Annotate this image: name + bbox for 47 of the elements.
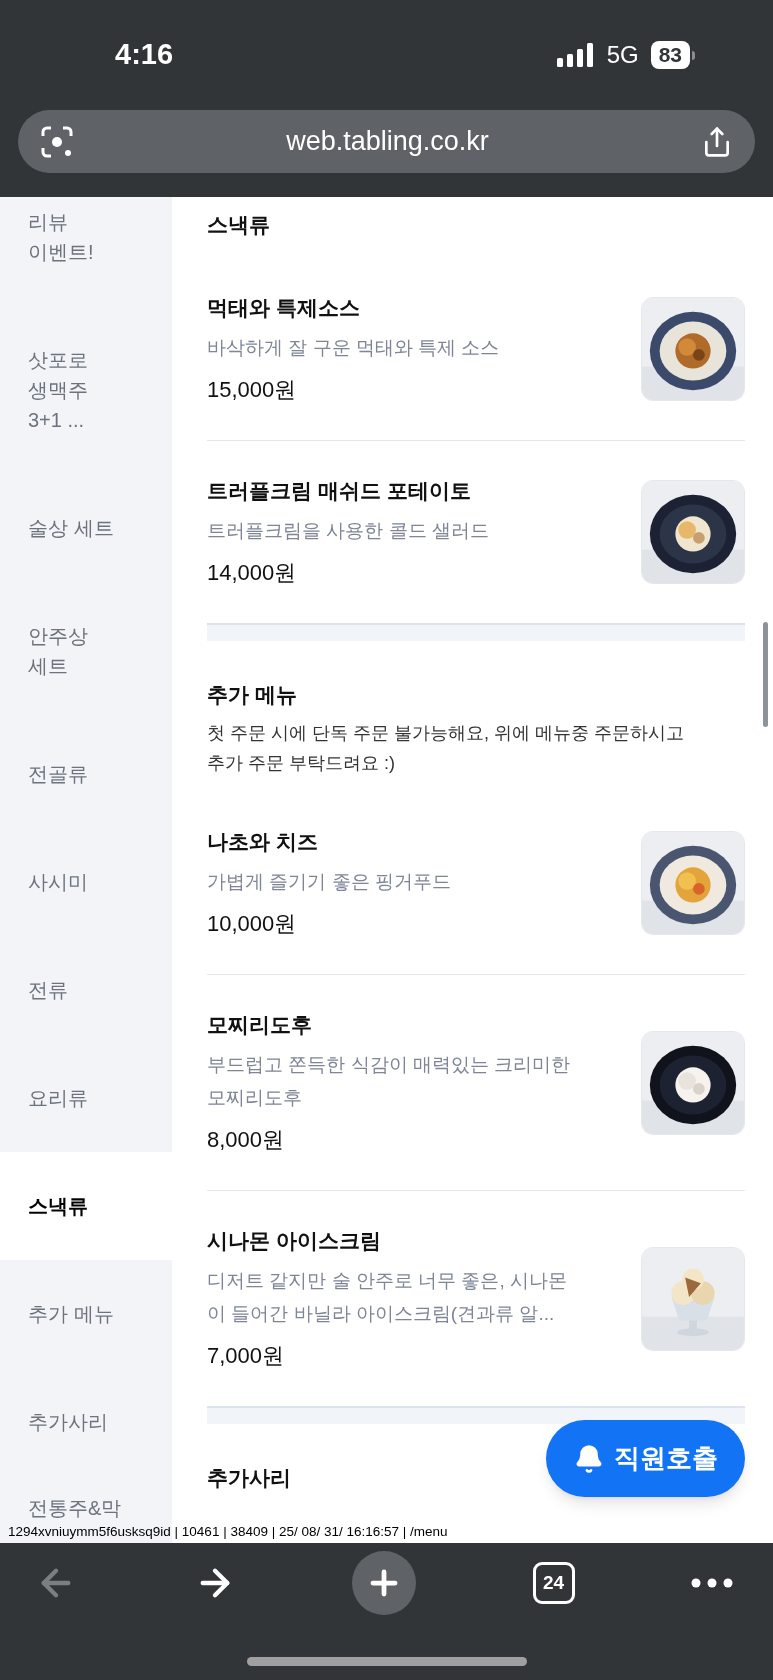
menu-item[interactable]: 먹태와 특제소스 바삭하게 잘 구운 먹태와 특제 소스 15,000원 [207, 258, 745, 441]
item-name: 먹태와 특제소스 [207, 295, 361, 321]
category-item[interactable]: 전골류 [0, 720, 172, 828]
section-title: 스낵류 [207, 212, 271, 238]
url-text: web.tabling.co.kr [286, 125, 489, 159]
section-title: 추가사리 [207, 1465, 292, 1491]
menu-item[interactable]: 모찌리도후 부드럽고 쫀득한 식감이 매력있는 크리미한 모찌리도후 8,000원 [207, 975, 745, 1191]
item-price: 15,000원 [207, 376, 298, 404]
item-name: 트러플크림 매쉬드 포테이토 [207, 478, 472, 504]
category-item[interactable]: 전류 [0, 936, 172, 1044]
address-bar[interactable]: web.tabling.co.kr [18, 110, 755, 173]
menu-item[interactable]: 시나몬 아이스크림 디저트 같지만 술 안주로 너무 좋은, 시나몬 이 들어간 바닐라 아이스크림(견과류 알... 7,000원 [207, 1191, 745, 1406]
item-description: 트러플크림을 사용한 콜드 샐러드 [207, 519, 489, 543]
item-name: 나초와 치즈 [207, 829, 319, 855]
category-item[interactable]: 안주상 세트 [0, 582, 172, 720]
category-item[interactable]: 요리류 [0, 1044, 172, 1152]
item-description: 부드럽고 쫀득한 식감이 매력있는 크리미한 모찌리도후 [207, 1053, 571, 1110]
menu-item[interactable]: 트러플크림 매쉬드 포테이토 트러플크림을 사용한 콜드 샐러드 14,000원 [207, 441, 745, 623]
debug-text: 1294xvniuymm5f6usksq9id | 10461 | 38409 | 25/ 08/ 31/ 16:16:57 | /menu [8, 1524, 448, 1540]
item-price: 8,000원 [207, 1126, 286, 1154]
menu-item[interactable]: 나초와 치즈 가볍게 즐기기 좋은 핑거푸드 10,000원 [207, 792, 745, 975]
category-item[interactable]: 전통주&막 [0, 1476, 172, 1523]
category-item[interactable]: 리뷰 이벤트! [0, 197, 172, 306]
section-title: 추가 메뉴 [207, 682, 298, 708]
item-price: 14,000원 [207, 559, 298, 587]
category-item[interactable]: 추가사리 [0, 1368, 172, 1476]
lens-icon[interactable] [40, 124, 74, 159]
network-label: 5G [606, 40, 639, 70]
category-item[interactable]: 스낵류 [0, 1152, 172, 1260]
item-description: 디저트 같지만 술 안주로 너무 좋은, 시나몬 이 들어간 바닐라 아이스크림(견과류 알... [207, 1269, 567, 1326]
category-item[interactable]: 삿포로 생맥주 3+1 ... [0, 306, 172, 474]
item-name: 모찌리도후 [207, 1012, 313, 1038]
item-name: 시나몬 아이스크림 [207, 1228, 382, 1254]
item-price: 10,000원 [207, 910, 298, 938]
section-note: 첫 주문 시에 단독 주문 불가능해요, 위에 메뉴중 주문하시고 추가 주문 부탁드려요 :) [207, 722, 685, 775]
category-item[interactable]: 술상 세트 [0, 474, 172, 582]
tab-count-button[interactable]: 24 [532, 1562, 575, 1604]
battery-indicator: 83 [650, 41, 695, 69]
item-description: 바삭하게 잘 구운 먹태와 특제 소스 [207, 336, 500, 360]
category-item[interactable]: 추가 메뉴 [0, 1260, 172, 1368]
status-time: 4:16 [115, 37, 174, 73]
category-item[interactable]: 사시미 [0, 828, 172, 936]
signal-icon [556, 43, 595, 67]
item-price: 7,000원 [207, 1342, 286, 1370]
more-icon[interactable] [691, 1578, 733, 1588]
staff-call-button[interactable]: 직원호출 [546, 1420, 745, 1497]
item-description: 가볍게 즐기기 좋은 핑거푸드 [207, 870, 451, 894]
